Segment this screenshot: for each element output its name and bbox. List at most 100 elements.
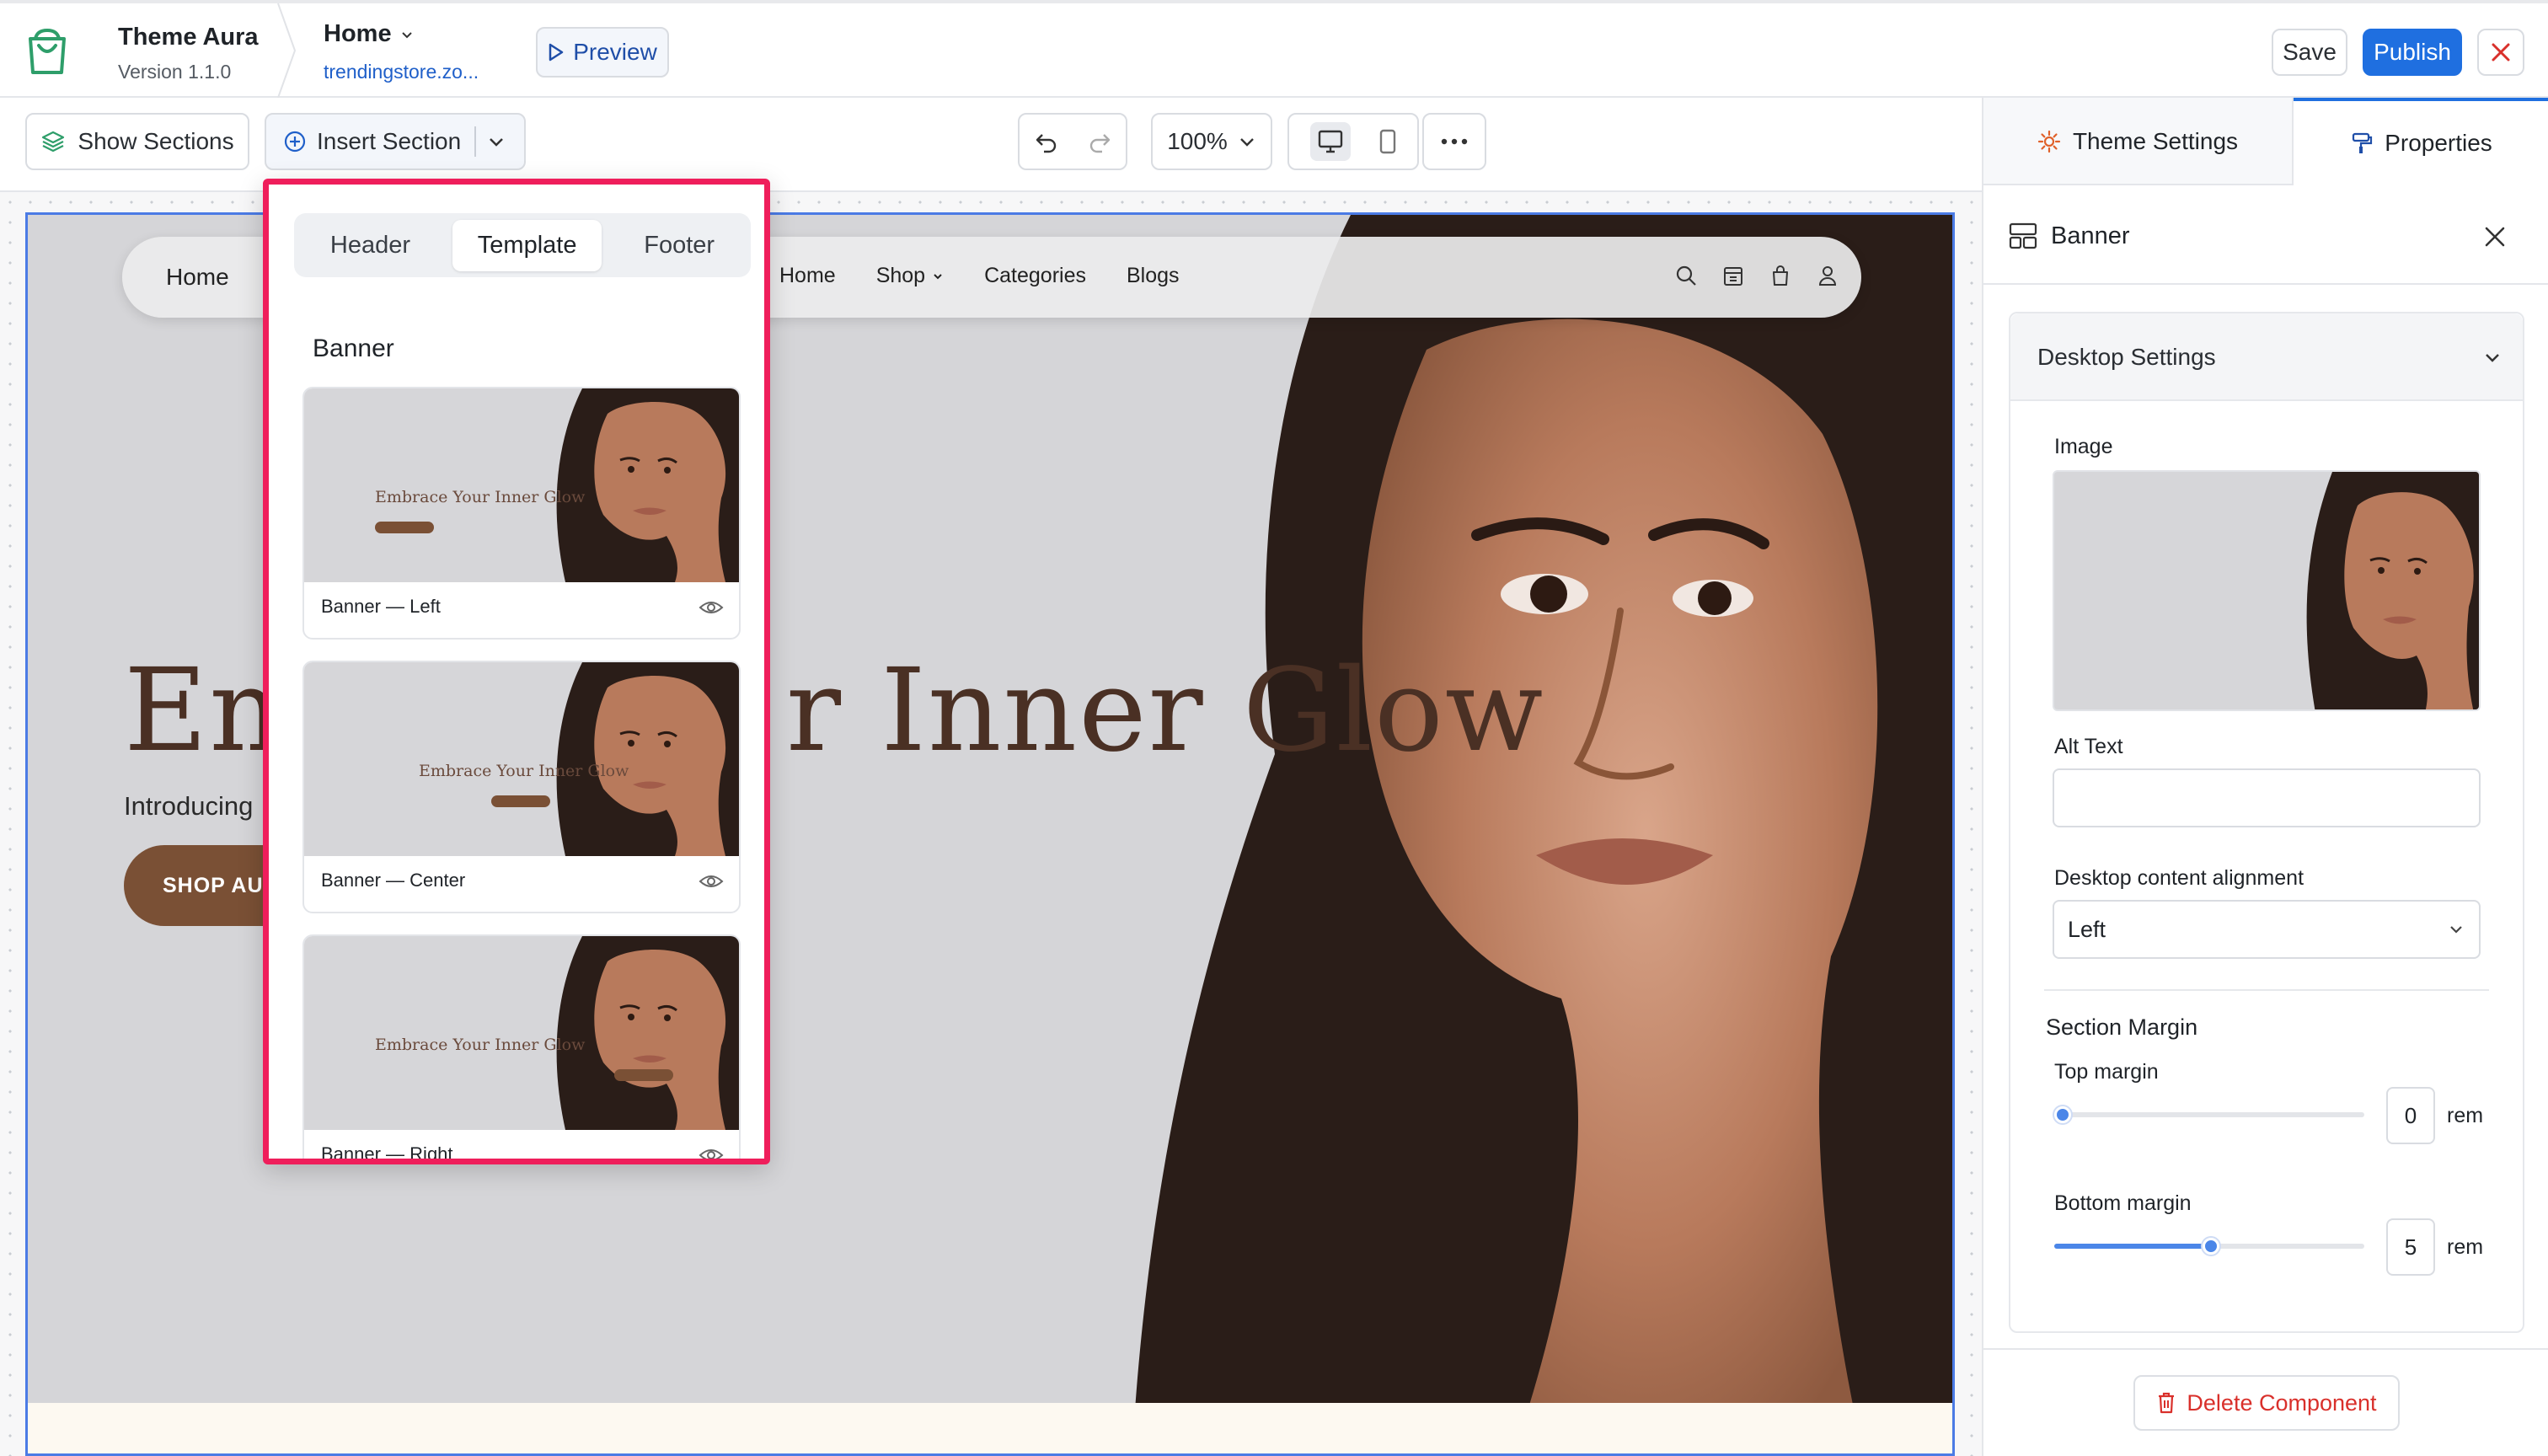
next-section-strip [28, 1403, 1952, 1453]
slider-fill [2054, 1244, 2209, 1249]
device-toggle[interactable] [1287, 113, 1419, 170]
thumbnail-model-image [532, 936, 739, 1130]
show-sections-button[interactable]: Show Sections [25, 113, 249, 170]
image-picker[interactable] [2053, 470, 2481, 711]
top-margin-unit: rem [2447, 1104, 2484, 1127]
store-url-link[interactable]: trendingstore.zo... [324, 61, 479, 83]
nav-home-link-left[interactable]: Home [166, 264, 229, 291]
calendar-icon[interactable] [1721, 264, 1745, 287]
close-icon [2490, 41, 2512, 63]
alignment-label: Desktop content alignment [2054, 866, 2304, 890]
slider-track [2054, 1112, 2364, 1117]
undo-icon[interactable] [1034, 130, 1059, 153]
eye-icon[interactable] [699, 599, 724, 616]
delete-component-button[interactable]: Delete Component [2133, 1375, 2400, 1431]
component-header: Banner [1983, 185, 2548, 285]
section-divider [2044, 989, 2489, 991]
banner-cta-label: SHOP AU [163, 873, 264, 897]
bottom-margin-input[interactable]: 5 [2386, 1218, 2435, 1276]
site-nav-links: Home Shop Categories Blogs [779, 264, 1180, 288]
tab-header[interactable]: Header [310, 220, 431, 271]
close-panel-icon[interactable] [2484, 226, 2506, 248]
template-card-label: Banner — Right [321, 1143, 453, 1164]
nav-link-blogs[interactable]: Blogs [1127, 264, 1180, 288]
nav-link-shop[interactable]: Shop [876, 264, 944, 288]
search-icon[interactable] [1674, 264, 1698, 287]
component-title: Banner [2051, 222, 2130, 249]
alt-text-input[interactable] [2053, 768, 2481, 827]
bottom-margin-slider[interactable] [2054, 1237, 2364, 1255]
close-editor-button[interactable] [2477, 29, 2524, 76]
selected-model-image [2290, 472, 2479, 709]
tab-theme-settings-label: Theme Settings [2072, 128, 2239, 154]
delete-component-label: Delete Component [2187, 1389, 2377, 1416]
tab-theme-settings[interactable]: Theme Settings [1983, 98, 2294, 185]
template-thumbnail: Embrace Your Inner Glow [304, 936, 739, 1130]
slider-thumb[interactable] [2054, 1106, 2071, 1123]
thumbnail-headline: Embrace Your Inner Glow [375, 488, 586, 506]
tab-footer[interactable]: Footer [624, 220, 735, 271]
chevron-down-icon [2482, 347, 2502, 367]
breadcrumb-divider [276, 3, 297, 98]
save-button[interactable]: Save [2272, 29, 2347, 76]
panel-footer: Delete Component [1983, 1348, 2548, 1456]
app-version: Version 1.1.0 [118, 61, 232, 83]
nav-link-home[interactable]: Home [779, 264, 836, 288]
more-horizontal-icon [1440, 138, 1469, 145]
popover-group-title: Banner [313, 335, 394, 362]
template-card-banner-center[interactable]: Embrace Your Inner Glow Banner — Center [302, 661, 741, 913]
layout-icon [2009, 222, 2037, 249]
thumbnail-cta [375, 522, 434, 533]
redo-icon[interactable] [1087, 130, 1112, 153]
app-logo-icon [24, 27, 71, 78]
alignment-select[interactable]: Left [2053, 900, 2481, 959]
thumbnail-headline: Embrace Your Inner Glow [419, 762, 629, 780]
desktop-icon[interactable] [1309, 122, 1351, 161]
tab-template[interactable]: Template [452, 219, 602, 271]
app-name: Theme Aura [118, 24, 259, 51]
chevron-down-icon [932, 270, 944, 282]
zoom-value: 100% [1167, 128, 1228, 154]
template-card-banner-left[interactable]: Embrace Your Inner Glow Banner — Left [302, 387, 741, 640]
more-options-button[interactable] [1422, 113, 1486, 170]
top-margin-slider[interactable] [2054, 1105, 2364, 1124]
chevron-down-icon [2447, 920, 2465, 939]
desktop-settings-header[interactable]: Desktop Settings [2010, 313, 2523, 401]
alt-text-label: Alt Text [2054, 735, 2123, 758]
layers-icon [40, 130, 66, 153]
thumbnail-model-image [532, 388, 739, 582]
site-nav-icons [1674, 264, 1839, 287]
insert-section-popover: Header Template Footer Banner Embrace Yo… [263, 179, 770, 1164]
desktop-settings-card: Desktop Settings Image Alt Text Desktop … [2009, 312, 2524, 1333]
eye-icon[interactable] [699, 1147, 724, 1159]
properties-panel: Theme Settings Properties Banner Desktop… [1982, 98, 2548, 1456]
template-card-label: Banner — Center [321, 870, 466, 891]
banner-model-image [955, 215, 1952, 1453]
plus-circle-icon [283, 130, 307, 153]
mobile-icon[interactable] [1378, 129, 1397, 154]
template-card-banner-right[interactable]: Embrace Your Inner Glow Banner — Right [302, 934, 741, 1164]
nav-link-categories[interactable]: Categories [984, 264, 1086, 288]
margin-section-title: Section Margin [2046, 1014, 2198, 1040]
tab-properties[interactable]: Properties [2294, 98, 2548, 185]
thumbnail-cta [614, 1069, 673, 1081]
slider-thumb[interactable] [2203, 1238, 2219, 1255]
panel-tabs: Theme Settings Properties [1983, 98, 2548, 185]
page-selector[interactable]: Home [324, 20, 414, 48]
user-icon[interactable] [1816, 264, 1839, 287]
eye-icon[interactable] [699, 873, 724, 890]
zoom-select[interactable]: 100% [1151, 113, 1272, 170]
gear-icon [2037, 130, 2061, 153]
preview-label: Preview [573, 39, 657, 65]
button-divider [474, 126, 477, 157]
top-margin-input[interactable]: 0 [2386, 1087, 2435, 1144]
insert-section-label: Insert Section [317, 128, 462, 154]
template-thumbnail: Embrace Your Inner Glow [304, 388, 739, 582]
shopping-bag-icon[interactable] [1769, 264, 1792, 287]
insert-section-button[interactable]: Insert Section [265, 113, 526, 170]
thumbnail-model-image [532, 662, 739, 856]
preview-button[interactable]: Preview [536, 27, 669, 78]
chevron-down-icon[interactable] [486, 131, 506, 152]
publish-button[interactable]: Publish [2363, 29, 2462, 76]
undo-button[interactable] [1018, 113, 1127, 170]
